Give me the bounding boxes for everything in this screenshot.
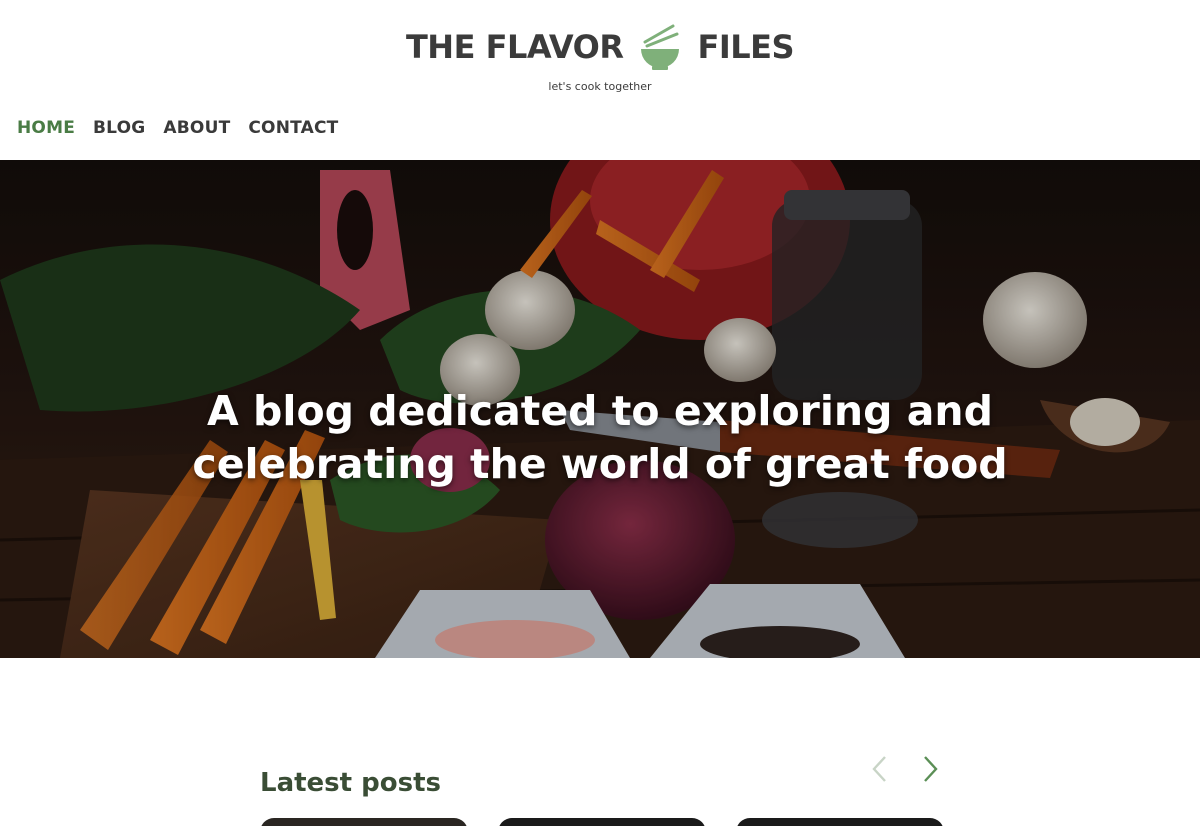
tagline: let's cook together	[548, 80, 652, 93]
hero-title: A blog dedicated to exploring and celebr…	[192, 387, 1008, 489]
brand-word-right: FILES	[697, 28, 795, 66]
main-nav: HOME BLOG ABOUT CONTACT	[17, 118, 338, 138]
nav-blog[interactable]: BLOG	[93, 118, 145, 138]
site-logo[interactable]: THE FLAVOR FILES	[0, 22, 1200, 72]
rice-bowl-chopsticks-icon	[637, 22, 683, 72]
site-header: THE FLAVOR FILES let's cook together HOM…	[0, 0, 1200, 160]
chevron-left-icon[interactable]	[868, 754, 892, 784]
brand-word-left: THE FLAVOR	[405, 28, 624, 66]
chevron-right-icon[interactable]	[918, 754, 942, 784]
nav-contact[interactable]: CONTACT	[248, 118, 338, 138]
nav-home[interactable]: HOME	[17, 118, 75, 138]
post-carousel	[260, 818, 944, 826]
latest-posts-title: Latest posts	[260, 767, 441, 798]
nav-about[interactable]: ABOUT	[163, 118, 230, 138]
hero-banner: A blog dedicated to exploring and celebr…	[0, 160, 1200, 658]
post-card[interactable]	[736, 818, 944, 826]
latest-posts-section: Latest posts	[0, 658, 1200, 826]
post-card[interactable]	[260, 818, 468, 826]
post-card[interactable]	[498, 818, 706, 826]
